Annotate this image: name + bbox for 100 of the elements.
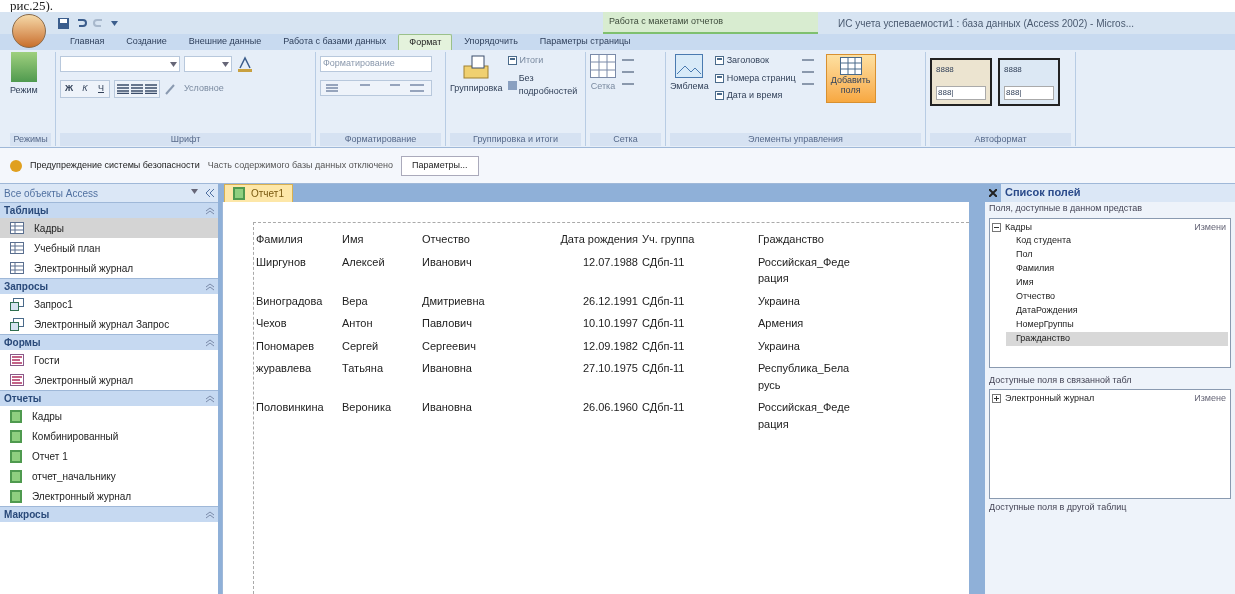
logo-button[interactable]: Эмблема [670, 54, 709, 103]
section-label: Поля, доступные в данном представ [989, 202, 1144, 215]
undo-icon[interactable] [75, 18, 87, 28]
report-cell-text: 27.10.1975 [581, 361, 639, 376]
caret-icon[interactable] [170, 61, 177, 67]
chevron-up-icon[interactable] [206, 338, 214, 347]
report-cell-text: Ивановна [422, 400, 473, 415]
report-cell-text: Российская_Федерация [758, 254, 851, 286]
ribbon-tab[interactable]: Формат [398, 34, 453, 50]
nav-group-header[interactable]: Макросы [0, 506, 218, 522]
grouping-button[interactable]: Группировка [450, 54, 503, 99]
caret-icon[interactable] [191, 189, 198, 194]
align-left-icon[interactable] [117, 84, 129, 94]
report-cell-text: Ивановна [422, 361, 473, 376]
group-label: Сетка [590, 133, 661, 146]
field-item[interactable]: Фамилия [1006, 262, 1228, 276]
report-cell-text: Армения [758, 316, 805, 331]
report-cell-text: Украина [758, 293, 801, 309]
number-format-icon[interactable] [320, 80, 432, 96]
nav-item[interactable]: Электронный журнал [0, 486, 218, 506]
table-name: Электронный журнал [1005, 392, 1096, 405]
view-button[interactable]: Режим [10, 52, 38, 98]
nav-item[interactable]: отчет_начальнику [0, 466, 218, 486]
ribbon-tab[interactable]: Создание [116, 34, 177, 50]
nav-item[interactable]: Кадры [0, 406, 218, 426]
underline-button[interactable]: Ч [93, 81, 109, 97]
caret-icon[interactable] [222, 61, 229, 67]
minus-box-icon[interactable] [992, 222, 1001, 232]
nav-group-header[interactable]: Отчеты [0, 390, 218, 406]
report-cell-text: Российская_Федерация [758, 400, 851, 432]
nav-item[interactable]: Комбинированный [0, 426, 218, 446]
bold-button[interactable]: Ж [61, 81, 77, 97]
chevron-up-icon[interactable] [206, 510, 214, 519]
field-item[interactable]: Имя [1006, 276, 1228, 290]
field-item[interactable]: ДатаРождения [1006, 304, 1228, 318]
report-cell-text: СДбп-11 [642, 293, 686, 309]
align-center-icon[interactable] [131, 84, 143, 94]
field-item[interactable]: НомерГруппы [1006, 318, 1228, 332]
report-cell-text: 10.10.1997 [581, 316, 639, 331]
nav-group-header[interactable]: Запросы [0, 278, 218, 294]
small-square-icon [714, 73, 724, 83]
align-right-icon[interactable] [145, 84, 157, 94]
ribbon-tab[interactable]: Внешние данные [178, 34, 272, 50]
nav-item[interactable]: Электронный журнал [0, 370, 218, 390]
nav-group-header[interactable]: Таблицы [0, 202, 218, 218]
ribbon-tab[interactable]: Работа с базами данных [273, 34, 397, 50]
nav-item[interactable]: Кадры [0, 218, 218, 238]
panel-title: Список полей [1001, 184, 1235, 202]
size-dropdown[interactable] [184, 56, 232, 72]
ribbon-tab[interactable]: Параметры страницы [529, 34, 641, 50]
brush-icon[interactable] [164, 83, 176, 95]
report-cell-text: Половинкина [256, 400, 325, 415]
field-item[interactable]: Отчество [1006, 290, 1228, 304]
nav-item[interactable]: Гости [0, 350, 218, 370]
nav-item[interactable]: Электронный журнал [0, 258, 218, 278]
document-tab[interactable]: Отчет1 [224, 184, 293, 202]
field-item[interactable]: Код студента [1006, 234, 1228, 248]
report-cell-text: СДбп-11 [642, 361, 686, 376]
chevron-up-icon[interactable] [206, 394, 214, 403]
nav-item[interactable]: Отчет 1 [0, 446, 218, 466]
autoformat-sample[interactable]: 8888 888| [998, 58, 1060, 106]
close-icon[interactable] [989, 189, 997, 197]
details-icon [508, 80, 517, 90]
field-item[interactable]: Гражданство [1006, 332, 1228, 346]
hide-details-button[interactable]: Без подробностей [508, 71, 581, 99]
group-label: Режимы [10, 133, 51, 146]
section-label: Доступные поля в другой таблиц [989, 501, 1128, 514]
office-button[interactable] [12, 14, 46, 48]
chevron-up-icon[interactable] [206, 282, 214, 291]
chevron-up-icon[interactable] [206, 206, 214, 215]
italic-button[interactable]: К [77, 81, 93, 97]
plus-box-icon[interactable] [992, 394, 1001, 404]
nav-group-header[interactable]: Формы [0, 334, 218, 350]
report-view-icon [10, 52, 37, 82]
nav-item[interactable]: Электронный журнал Запрос [0, 314, 218, 334]
nav-item[interactable]: Учебный план [0, 238, 218, 258]
date-time-button[interactable]: Дата и время [714, 89, 796, 103]
page-numbers-button[interactable]: Номера страниц [714, 71, 796, 85]
caret-icon[interactable] [111, 20, 118, 26]
ribbon-tab[interactable]: Упорядочить [454, 34, 528, 50]
table-name: Кадры [1005, 220, 1033, 234]
collapse-icon[interactable] [206, 189, 214, 197]
small-square-icon [508, 56, 518, 66]
group-label: Группировка и итоги [450, 133, 581, 146]
autoformat-sample[interactable]: 8888 888| [930, 58, 992, 106]
edit-table-link[interactable]: Измене [1194, 392, 1228, 406]
options-button[interactable]: Параметры... [401, 155, 479, 176]
ribbon-tab[interactable]: Главная [60, 34, 115, 50]
nav-item[interactable]: Запрос1 [0, 294, 218, 314]
form-icon [10, 374, 24, 386]
save-icon[interactable] [58, 17, 69, 29]
report-cell-text: Чехов [256, 316, 288, 331]
field-item[interactable]: Пол [1006, 248, 1228, 262]
title-button[interactable]: Заголовок [714, 54, 796, 68]
report-cell-text: Ширгунов [256, 254, 307, 270]
group-label: Элементы управления [670, 133, 921, 146]
report-cell-text: СДбп-11 [642, 254, 686, 270]
grouping-icon [462, 54, 491, 80]
edit-table-link[interactable]: Измени [1194, 220, 1228, 234]
add-fields-button[interactable]: Добавить поля [825, 54, 876, 103]
